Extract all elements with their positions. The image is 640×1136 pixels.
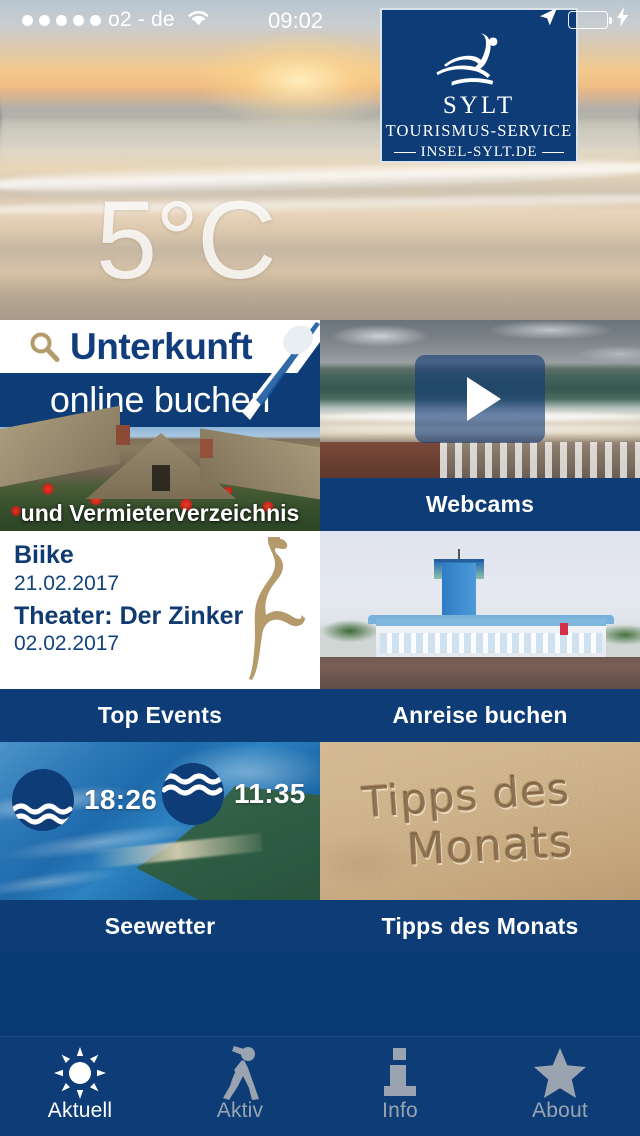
temperature-readout: 5°C (96, 179, 277, 302)
sun-icon (53, 1047, 107, 1099)
tab-label-info: Info (382, 1099, 418, 1122)
play-icon[interactable] (415, 355, 545, 443)
tile-row-1: Unterkunft online buchen und Vermieterve… (0, 320, 640, 531)
logo-title: SYLT (442, 92, 516, 119)
low-tide-wave-icon (12, 769, 74, 831)
signal-dot (22, 14, 33, 26)
unterkunft-title-bar: Unterkunft (0, 320, 320, 373)
sand-writing: Tipps des Monats (320, 742, 640, 900)
top-events-label[interactable]: Top Events (0, 689, 320, 742)
tile-webcams[interactable]: Webcams (320, 320, 640, 531)
carrier-label: o2 - de (108, 8, 175, 31)
wifi-icon (186, 8, 211, 33)
tide-time: 18:26 (84, 784, 158, 815)
tab-info[interactable]: Info (320, 1037, 480, 1136)
info-icon (380, 1048, 420, 1096)
clock-label: 09:02 (268, 8, 324, 33)
tide-entry-high: 11:35 (162, 763, 306, 825)
tab-aktuell[interactable]: Aktuell (0, 1037, 160, 1136)
tab-bar: Aktuell Aktiv Info About (0, 1036, 640, 1136)
tide-time: 11:35 (234, 778, 306, 809)
tile-seewetter[interactable]: 18:26 11:35 Seewetter (0, 742, 320, 953)
tile-row-3: 18:26 11:35 Seewetter Tipps des Monats T… (0, 742, 640, 953)
tipps-thumbnail: Tipps des Monats (320, 742, 640, 900)
unterkunft-title: Unterkunft (70, 325, 253, 367)
anreise-buchen-label[interactable]: Anreise buchen (320, 689, 640, 742)
play-triangle (467, 377, 501, 421)
signal-strength-dots (22, 14, 101, 26)
magnifier-icon (30, 332, 60, 362)
dancing-person-icon (218, 1046, 262, 1100)
logo-rule-right (542, 151, 565, 154)
event-title: Biike (14, 541, 74, 569)
tide-entry-low: 18:26 (12, 769, 157, 831)
charging-bolt-icon (617, 7, 628, 33)
tile-anreise-buchen[interactable]: Anreise buchen (320, 531, 640, 742)
sylt-island-silhouette-icon (249, 537, 305, 680)
tab-about[interactable]: About (480, 1037, 640, 1136)
control-tower (442, 563, 476, 621)
events-panel: Biike 21.02.2017 Theater: Der Zinker 02.… (0, 531, 320, 689)
logo-url-row: INSEL-SYLT.DE (393, 144, 565, 161)
logo-rule-left (393, 151, 416, 154)
tile-tipps-des-monats[interactable]: Tipps des Monats Tipps des Monats (320, 742, 640, 953)
signal-dot (90, 14, 101, 26)
heather-field (320, 657, 640, 689)
status-bar-right (537, 0, 628, 40)
logo-url: INSEL-SYLT.DE (420, 144, 538, 160)
gable-window (152, 465, 170, 491)
seewetter-label[interactable]: Seewetter (0, 900, 320, 953)
tab-label-about: About (532, 1099, 588, 1122)
flag (560, 623, 568, 635)
logo-subtitle: TOURISMUS-SERVICE (385, 121, 573, 140)
sand-writing-line-2: Monats (405, 816, 575, 876)
airport-thumbnail (320, 531, 640, 689)
promenade (320, 442, 440, 478)
tab-label-aktuell: Aktuell (47, 1099, 113, 1122)
tile-top-events[interactable]: Biike 21.02.2017 Theater: Der Zinker 02.… (0, 531, 320, 742)
seewetter-thumbnail: 18:26 11:35 (0, 742, 320, 900)
signal-dot (56, 14, 67, 26)
signal-dot (39, 14, 50, 26)
star-icon (533, 1048, 587, 1098)
tile-row-2: Biike 21.02.2017 Theater: Der Zinker 02.… (0, 531, 640, 742)
chimney (116, 425, 130, 445)
tile-unterkunft[interactable]: Unterkunft online buchen und Vermieterve… (0, 320, 320, 531)
event-date: 21.02.2017 (14, 571, 120, 595)
tab-label-aktiv: Aktiv (216, 1099, 264, 1122)
high-tide-wave-icon (162, 763, 224, 825)
location-arrow-icon (537, 6, 559, 34)
tipps-des-monats-label[interactable]: Tipps des Monats (320, 900, 640, 953)
webcams-label[interactable]: Webcams (320, 478, 640, 531)
terminal-windows (380, 633, 602, 653)
status-bar-left: o2 - de (0, 8, 211, 33)
tile-grid: Unterkunft online buchen und Vermieterve… (0, 320, 640, 1036)
unterkunft-caption: und Vermieterverzeichnis (20, 500, 300, 526)
event-date: 02.02.2017 (14, 632, 120, 656)
events-list: Biike 21.02.2017 Theater: Der Zinker 02.… (14, 541, 243, 662)
status-bar: o2 - de 09:02 (0, 0, 640, 40)
event-title: Theater: Der Zinker (14, 601, 244, 630)
signal-dot (73, 14, 84, 26)
app-screen: 5°C o2 - de 09:02 SYLT TOURISMUS-SERVICE… (0, 0, 640, 1136)
battery-icon (568, 11, 612, 29)
unterkunft-banner[interactable]: Unterkunft online buchen und Vermieterve… (0, 320, 320, 531)
chimney-secondary (200, 439, 213, 458)
webcam-thumbnail[interactable] (320, 320, 640, 478)
unterkunft-photo: und Vermieterverzeichnis (0, 405, 320, 531)
tab-aktiv[interactable]: Aktiv (160, 1037, 320, 1136)
